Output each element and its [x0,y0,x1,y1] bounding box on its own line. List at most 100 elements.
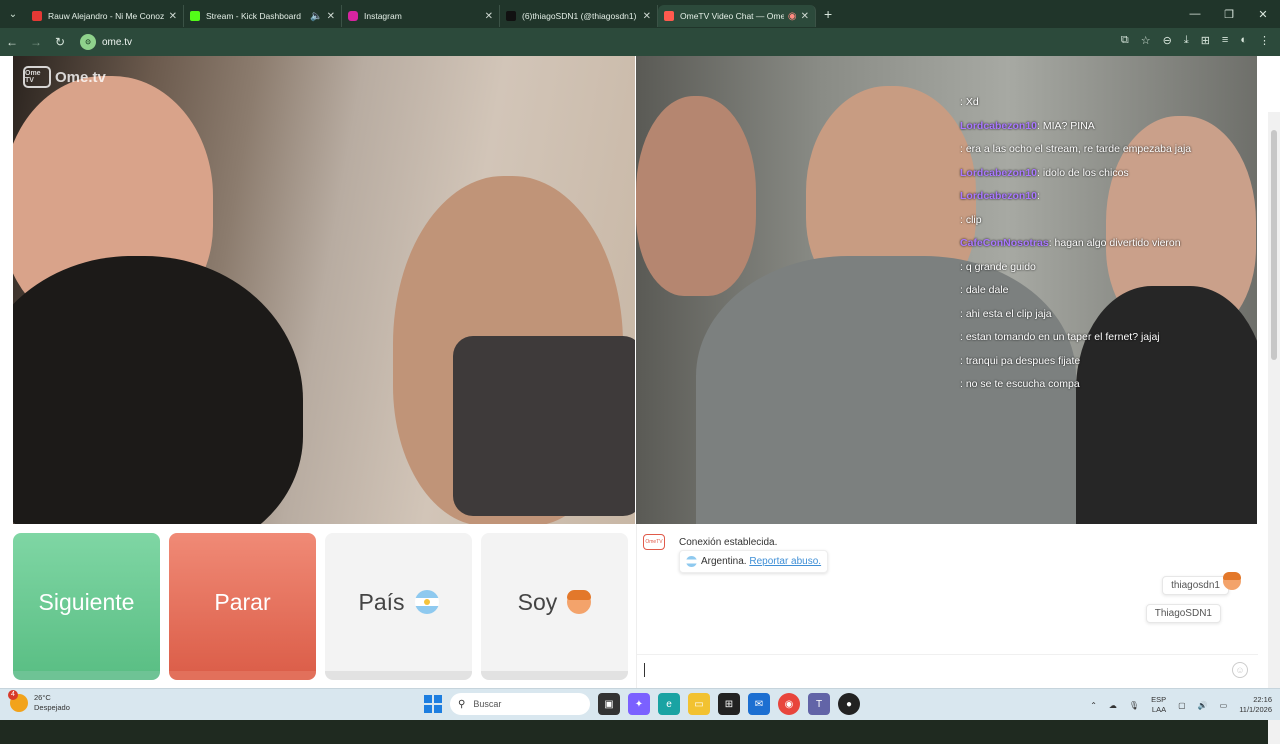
notification-badge: 4 [8,690,18,700]
forward-arrow-icon[interactable]: → [24,35,48,49]
download-icon[interactable]: ⤓ [1184,34,1189,47]
chat-username: Lordcabezon10 [960,119,1038,132]
speaker-icon[interactable]: 🔈 [310,11,322,22]
taskbar-apps: ⚲ Buscar ▣ ✦ e ▭ ⊞ ✉ ◉ T ● [424,693,860,715]
report-abuse-link[interactable]: Reportar abuso. [749,556,821,567]
edge-icon[interactable]: e [658,693,680,715]
my-message: ThiagoSDN1 [1145,604,1221,623]
chat-line: : estan tomando en un taper el fernet? j… [960,331,1250,344]
close-tab-icon[interactable]: ✕ [485,11,493,22]
windows-taskbar: 4 26°C Despejado ⚲ Buscar ▣ ✦ e ▭ ⊞ ✉ ◉ T … [0,688,1280,720]
close-window-icon[interactable]: ✕ [1246,0,1280,28]
chat-text: : hagan algo divertido vieron [1048,237,1181,249]
chat-line: : ahi esta el clip jaja [960,308,1250,321]
search-icon: ⚲ [458,698,466,710]
weather-condition: Despejado [34,703,70,712]
profile-avatar-icon[interactable]: ◐ [1240,34,1247,47]
task-view-icon[interactable]: ▣ [598,693,620,715]
battery-icon[interactable]: ▭ [1220,701,1228,710]
argentina-flag-icon [686,555,697,567]
chat-text: : idolo de los chicos [1037,166,1129,179]
reload-icon[interactable]: ↻ [48,35,72,49]
instagram-icon [348,11,358,21]
page-scrollbar[interactable] [1268,112,1280,744]
emoji-icon[interactable]: ☺ [1232,662,1248,678]
tab-youtube[interactable]: Rauw Alejandro - Ni Me Conoz ✕ [26,5,184,27]
gender-button[interactable]: Soy [481,533,628,680]
chat-input[interactable]: ☺ [637,654,1258,684]
close-tab-icon[interactable]: ✕ [801,11,809,22]
close-tab-icon[interactable]: ✕ [327,11,335,22]
chat-line: : Xd [960,96,1250,109]
minimize-icon[interactable]: — [1178,0,1212,28]
next-button[interactable]: Siguiente [13,533,160,680]
window-controls: — ❐ ✕ [1178,0,1280,28]
clock[interactable]: 22:16 11/1/2026 [1239,695,1272,715]
recording-icon: ◉ [787,10,797,22]
chat-username: Lordcabezon10 [960,190,1038,202]
chat-username: Lordcabezon10 [960,166,1038,179]
sun-icon: 4 [8,690,28,712]
new-tab-button[interactable]: + [824,6,832,22]
back-arrow-icon[interactable]: ← [0,35,24,49]
obs-icon[interactable]: ● [838,693,860,715]
video-person [453,336,635,516]
scrollbar-thumb[interactable] [1271,130,1277,360]
my-avatar-icon [1223,572,1241,590]
url-field[interactable]: ⊙ ome.tv [80,32,132,52]
ometv-logo-text: Ome.tv [55,68,106,86]
ometv-logo: Ome TV Ome.tv [23,66,106,88]
chat-text: : era a las ocho el stream, re tarde emp… [960,143,1192,155]
tab-instagram[interactable]: Instagram ✕ [342,5,500,27]
reading-list-icon[interactable]: ≡ [1222,34,1228,47]
network-icon[interactable]: ▢ [1178,701,1186,710]
volume-icon[interactable]: 🔊 [1198,701,1208,710]
ometv-mini-logo-icon: OmeTV [643,534,665,550]
copilot-icon[interactable]: ✦ [628,693,650,715]
system-message: OmeTV Conexión establecida. Argentina. R… [643,534,829,573]
outlook-icon[interactable]: ✉ [748,693,770,715]
language-indicator[interactable]: ESP LAA [1151,695,1166,715]
close-tab-icon[interactable]: ✕ [643,11,651,22]
chrome-icon[interactable]: ◉ [778,693,800,715]
taskbar-search[interactable]: ⚲ Buscar [450,693,590,715]
connection-status: Conexión establecida. [679,537,778,548]
stop-button[interactable]: Parar [169,533,316,680]
windows-start-icon[interactable] [424,695,442,713]
chat-line: Lordcabezon10: idolo de los chicos [960,167,1250,180]
bookmark-star-icon[interactable]: ☆ [1141,34,1151,47]
cloud-icon[interactable]: ☁ [1109,701,1117,710]
text-caret [644,663,645,677]
stream-chat-overlay: : Xd Lordcabezon10: MIA? PINA: era a las … [960,96,1250,402]
site-info-icon[interactable]: ⊙ [80,34,96,50]
boy-face-icon [567,590,592,614]
file-explorer-icon[interactable]: ▭ [688,693,710,715]
video-person [13,256,303,524]
extension-icon[interactable]: ⊖ [1163,34,1172,47]
chat-username: CafeConNosotras [960,237,1049,249]
browser-tab-strip: ⌄ Rauw Alejandro - Ni Me Conoz ✕ Stream -… [0,0,1280,28]
teams-icon[interactable]: T [808,693,830,715]
tab-tiktok[interactable]: (6)thiagoSDN1 (@thiagosdn1) ✕ [500,5,658,27]
microphone-icon[interactable]: 🎙 [1129,701,1139,710]
translate-icon[interactable]: ⊞ [1201,34,1210,47]
tab-ometv[interactable]: OmeTV Video Chat — Ome ◉ ✕ [658,5,816,27]
chat-text: : ahi esta el clip jaja [960,307,1052,320]
maximize-icon[interactable]: ❐ [1212,0,1246,28]
chevron-up-icon[interactable]: ⌃ [1090,701,1097,710]
cast-icon[interactable]: ⧉ [1121,34,1129,47]
store-icon[interactable]: ⊞ [718,693,740,715]
more-menu-icon[interactable]: ⋮ [1259,34,1270,47]
tab-kick[interactable]: Stream - Kick Dashboard 🔈 ✕ [184,5,342,27]
chat-line: : clip [960,214,1250,227]
my-video: : Xd Lordcabezon10: MIA? PINA: era a las … [636,56,1257,524]
chat-line: : tranqui pa despues fijate [960,355,1250,368]
chat-line: : dale dale [960,284,1250,297]
chat-text: : no se te escucha compa [960,378,1080,390]
close-tab-icon[interactable]: ✕ [169,11,177,22]
country-button[interactable]: País [325,533,472,680]
chat-line: CafeConNosotras: hagan algo divertido vi… [960,237,1250,250]
tab-search-chevron-icon[interactable]: ⌄ [0,0,26,28]
weather-widget[interactable]: 4 26°C Despejado [8,690,70,713]
temperature: 26°C [34,693,51,702]
